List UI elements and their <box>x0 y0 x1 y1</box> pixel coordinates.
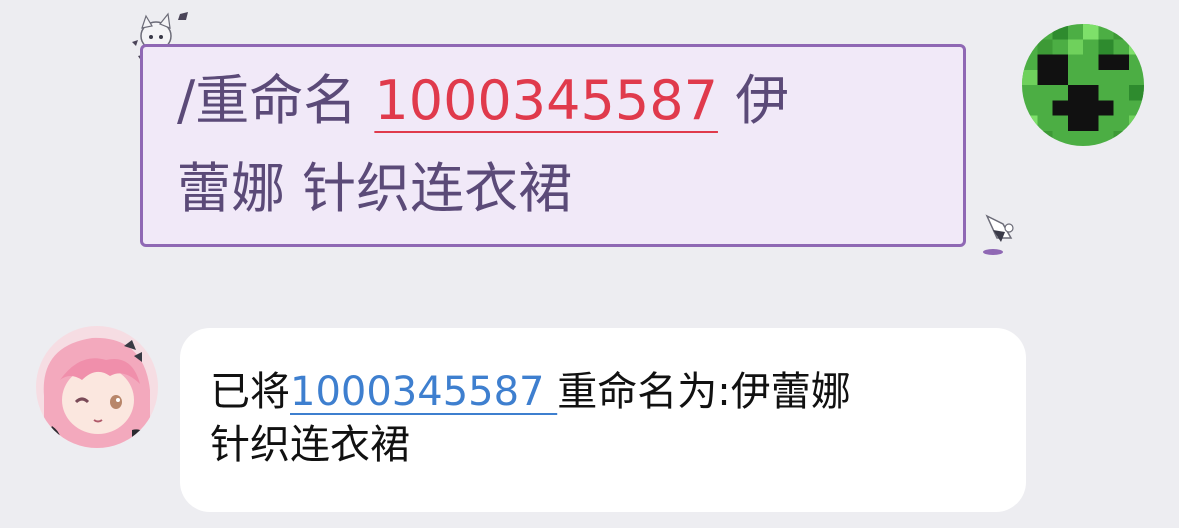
reply-line-1: 已将1000345587 重命名为:伊蕾娜 <box>210 366 986 419</box>
reply-middle: 重命名为:伊蕾娜 <box>557 369 851 415</box>
reply-item-id-link[interactable]: 1000345587 <box>290 369 557 415</box>
command-line-2: 蕾娜 针织连衣裙 <box>177 157 573 220</box>
command-line-1: /重命名 1000345587 伊 <box>177 57 963 145</box>
anime-girl-avatar-icon <box>36 326 158 448</box>
reply-bubble: 已将1000345587 重命名为:伊蕾娜 针织连衣裙 <box>180 328 1026 512</box>
command-prefix: /重命名 <box>177 69 375 132</box>
creeper-icon <box>1022 24 1144 146</box>
item-id-link[interactable]: 1000345587 <box>374 69 718 132</box>
user-avatar[interactable] <box>1022 24 1144 146</box>
new-name-start: 伊 <box>717 69 790 132</box>
outgoing-message: /重命名 1000345587 伊 蕾娜 针织连衣裙 <box>0 0 1179 270</box>
sparkle-sticker-icon <box>983 214 1014 255</box>
command-bubble: /重命名 1000345587 伊 蕾娜 针织连衣裙 <box>140 44 966 247</box>
reply-line-2: 针织连衣裙 <box>210 422 410 468</box>
bot-avatar[interactable] <box>36 326 158 448</box>
reply-prefix: 已将 <box>210 369 290 415</box>
